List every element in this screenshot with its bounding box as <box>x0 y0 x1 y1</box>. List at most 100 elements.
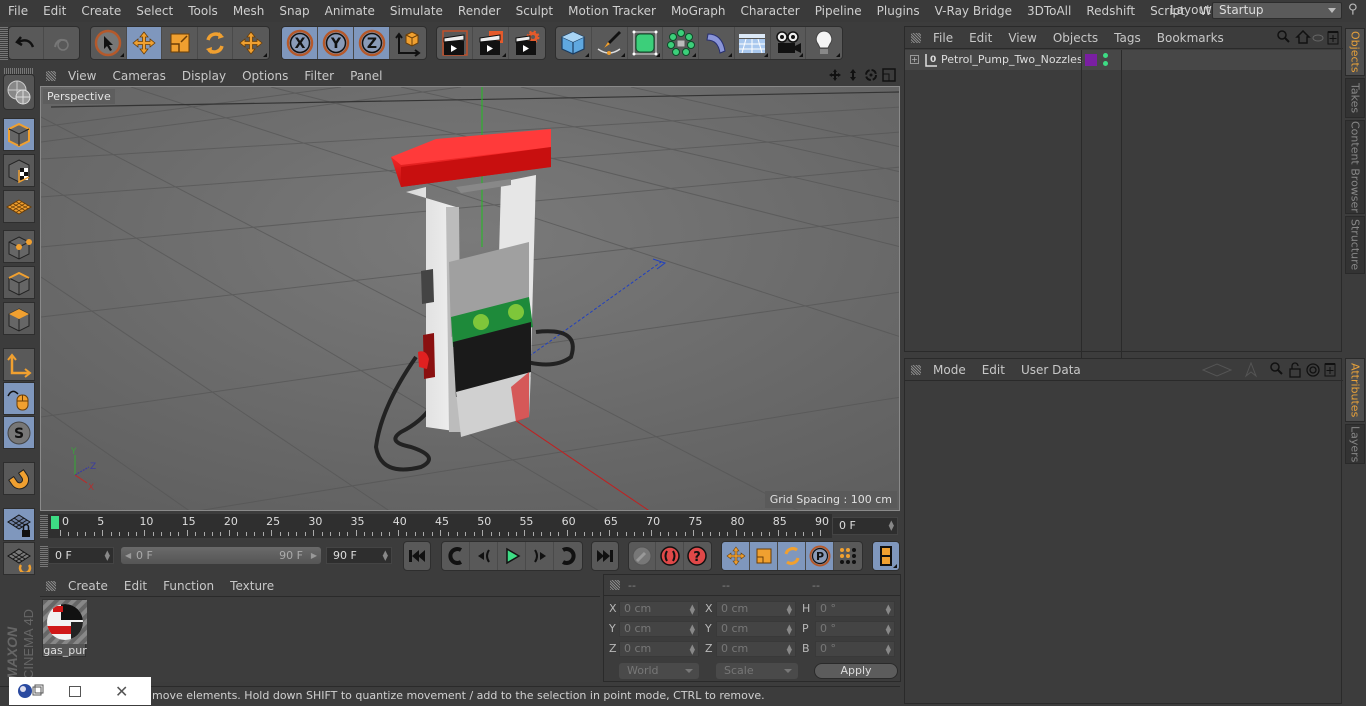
lock-workplane-button[interactable] <box>3 508 35 541</box>
tab-structure[interactable]: Structure <box>1345 216 1365 274</box>
material-menu-texture[interactable]: Texture <box>222 579 282 593</box>
add-cloner-button[interactable] <box>663 27 699 59</box>
redo-button[interactable] <box>44 27 79 59</box>
pan-view-icon[interactable] <box>828 68 842 82</box>
add-cube-button[interactable] <box>556 27 592 59</box>
menu-character[interactable]: Character <box>732 4 806 18</box>
point-level-animation-button[interactable] <box>834 542 862 570</box>
add-floor-button[interactable] <box>735 27 771 59</box>
rot-h-field[interactable]: 0 ° ▲ ▼ <box>815 601 895 617</box>
panel-grip[interactable] <box>911 365 921 375</box>
model-mode-button[interactable] <box>3 118 35 151</box>
rotate-tool-button[interactable] <box>198 27 234 59</box>
menu-3dtoall[interactable]: 3DToAll <box>1019 4 1078 18</box>
recent-tool-button[interactable] <box>233 27 269 59</box>
timeline-ruler[interactable]: 0 5 10 15 20 25 30 35 40 45 50 55 60 65 70 75 80 85 90 <box>48 514 832 538</box>
enable-snap-button[interactable] <box>3 462 35 495</box>
am-menu-mode[interactable]: Mode <box>925 363 974 377</box>
visibility-icon[interactable] <box>1312 34 1324 42</box>
zoom-view-icon[interactable] <box>846 68 860 82</box>
maximize-view-icon[interactable] <box>882 68 896 82</box>
tab-objects[interactable]: Objects <box>1345 28 1365 76</box>
pos-y-field[interactable]: 0 cm ▲ ▼ <box>619 621 699 637</box>
rot-p-field[interactable]: 0 ° ▲ ▼ <box>815 621 895 637</box>
panel-grip[interactable] <box>46 71 56 81</box>
layout-select[interactable]: Startup <box>1212 2 1342 19</box>
next-key-button[interactable] <box>554 542 582 570</box>
move-tool-button[interactable] <box>126 27 163 59</box>
menu-pipeline[interactable]: Pipeline <box>807 4 869 18</box>
render-view-button[interactable] <box>437 27 473 59</box>
editor-visibility-dot[interactable] <box>1103 53 1108 58</box>
end-frame-field[interactable]: 90 F ▲ ▼ <box>326 547 392 564</box>
menu-file[interactable]: File <box>0 4 35 18</box>
back-arrow-icon[interactable] <box>1201 363 1233 377</box>
range-right-arrow-icon[interactable]: ▶ <box>311 547 317 564</box>
menu-animate[interactable]: Animate <box>317 4 382 18</box>
toolbar-grip[interactable] <box>0 26 8 60</box>
snap-mode-button[interactable]: S <box>3 416 35 449</box>
z-axis-lock-button[interactable]: Z <box>354 27 390 59</box>
render-settings-button[interactable] <box>509 27 545 59</box>
make-editable-button[interactable] <box>3 74 35 110</box>
size-z-field[interactable]: 0 cm ▲ ▼ <box>716 641 796 657</box>
position-key-button[interactable] <box>722 542 750 570</box>
am-menu-user-data[interactable]: User Data <box>1013 363 1089 377</box>
go-to-end-button[interactable] <box>592 542 618 570</box>
workplane-mode-button[interactable] <box>3 190 35 223</box>
expand-icon[interactable]: + <box>910 55 919 64</box>
material-menu-function[interactable]: Function <box>155 579 222 593</box>
y-axis-lock-button[interactable]: Y <box>318 27 354 59</box>
home-icon[interactable] <box>1295 30 1311 44</box>
playhead[interactable] <box>51 516 59 529</box>
spinner-arrows-icon[interactable]: ▲ ▼ <box>105 550 110 562</box>
axis-mode-button[interactable] <box>3 348 35 381</box>
previous-frame-button[interactable] <box>470 542 498 570</box>
menu-select[interactable]: Select <box>128 4 180 18</box>
scale-tool-button[interactable] <box>162 27 198 59</box>
viewport-menu-options[interactable]: Options <box>234 69 296 83</box>
render-to-picture-viewer-button[interactable] <box>473 27 509 59</box>
target-icon[interactable] <box>1306 363 1320 377</box>
add-spline-button[interactable] <box>592 27 628 59</box>
search-icon[interactable] <box>1270 362 1283 375</box>
pos-z-field[interactable]: 0 cm ▲ ▼ <box>619 641 699 657</box>
rotation-key-button[interactable] <box>778 542 806 570</box>
tab-layers[interactable]: Layers <box>1345 424 1365 464</box>
om-menu-objects[interactable]: Objects <box>1045 31 1106 45</box>
apply-button[interactable]: Apply <box>814 663 898 679</box>
autokeying-button[interactable] <box>656 542 684 570</box>
live-selection-button[interactable] <box>91 27 127 59</box>
play-button[interactable] <box>498 542 526 570</box>
add-subdivision-button[interactable] <box>628 27 664 59</box>
menu-snap[interactable]: Snap <box>271 4 316 18</box>
menu-edit[interactable]: Edit <box>35 4 73 18</box>
rotate-view-icon[interactable] <box>864 68 878 82</box>
tab-attributes[interactable]: Attributes <box>1345 358 1365 422</box>
viewport-menu-panel[interactable]: Panel <box>342 69 390 83</box>
size-x-field[interactable]: 0 cm ▲ ▼ <box>716 601 796 617</box>
viewport-menu-filter[interactable]: Filter <box>296 69 342 83</box>
maximize-icon[interactable] <box>69 685 81 697</box>
rot-b-field[interactable]: 0 ° ▲ ▼ <box>815 641 895 657</box>
parameter-key-button[interactable]: P <box>806 542 834 570</box>
menu-motion-tracker[interactable]: Motion Tracker <box>560 4 663 18</box>
coordinate-mode-select[interactable]: World <box>619 663 699 679</box>
frame-range-slider[interactable]: ◀ 0 F 90 F ▶ <box>121 547 321 564</box>
lock-icon[interactable] <box>1289 362 1301 378</box>
menu-vray-bridge[interactable]: V-Ray Bridge <box>927 4 1019 18</box>
texture-mode-button[interactable] <box>3 154 35 187</box>
menu-sculpt[interactable]: Sculpt <box>508 4 560 18</box>
next-frame-button[interactable] <box>526 542 554 570</box>
layer-color-swatch[interactable] <box>1085 54 1097 66</box>
up-arrow-icon[interactable] <box>1244 361 1258 378</box>
x-axis-lock-button[interactable]: X <box>282 27 318 59</box>
tweak-mode-button[interactable] <box>3 382 35 415</box>
new-panel-icon[interactable] <box>1324 363 1336 377</box>
tab-content-browser[interactable]: Content Browser <box>1345 120 1365 214</box>
menu-mograph[interactable]: MoGraph <box>663 4 733 18</box>
timeline-grip[interactable] <box>40 514 48 538</box>
viewport-menu-view[interactable]: View <box>60 69 104 83</box>
planar-workplane-button[interactable] <box>3 542 35 575</box>
cinema4d-app-icon[interactable] <box>15 681 45 701</box>
